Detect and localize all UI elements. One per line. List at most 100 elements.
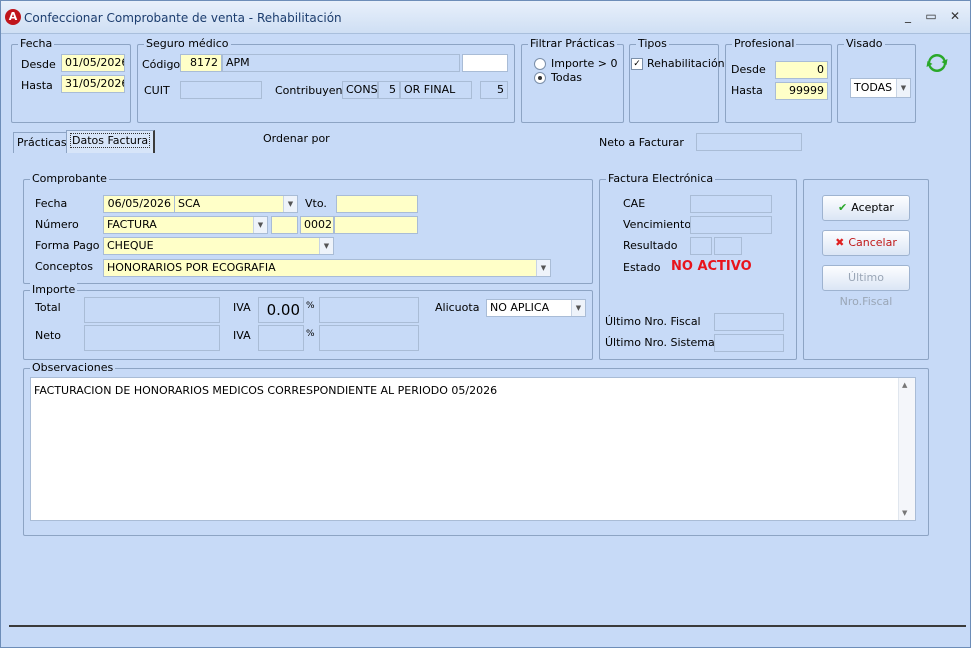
ultimo-nro-fiscal-button[interactable]: Último Nro.Fiscal bbox=[822, 265, 910, 308]
profesional-group-title: Profesional bbox=[732, 37, 797, 50]
tipos-group-title: Tipos bbox=[636, 37, 669, 50]
tab-datos-factura[interactable]: Datos Factura bbox=[66, 130, 156, 153]
maximize-button[interactable]: ▭ bbox=[921, 7, 941, 25]
alicuota-label: Alicuota bbox=[435, 301, 480, 314]
ultimo-nro-sistema-label: Último Nro. Sistema bbox=[605, 336, 715, 349]
neto-field bbox=[84, 325, 220, 351]
ultimo-nro-fiscal-label: Último Nro. Fiscal bbox=[605, 315, 701, 328]
cancelar-button[interactable]: ✖ Cancelar bbox=[822, 230, 910, 256]
close-button[interactable]: ✕ bbox=[945, 7, 965, 25]
total-label: Total bbox=[35, 301, 61, 314]
numero-rest-input[interactable] bbox=[334, 216, 418, 234]
profesional-hasta-input[interactable]: 99999 bbox=[775, 82, 828, 100]
numero-label: Número bbox=[35, 218, 79, 231]
contribuyente-field-a: CONSU bbox=[342, 81, 378, 99]
contribuyente-field-b: 5 bbox=[378, 81, 400, 99]
iva-percent-field: 0.00 bbox=[258, 297, 304, 323]
cancel-icon: ✖ bbox=[835, 236, 845, 249]
chevron-down-icon: ▼ bbox=[571, 300, 585, 316]
alicuota-value: NO APLICA bbox=[490, 301, 550, 314]
visado-group-title: Visado bbox=[844, 37, 885, 50]
comprobante-fecha-input[interactable]: 06/05/2026 bbox=[103, 195, 175, 213]
estado-value: NO ACTIVO bbox=[671, 259, 752, 274]
total-field bbox=[84, 297, 220, 323]
importe-radio[interactable] bbox=[534, 58, 546, 70]
ultimo-nro-sistema-field bbox=[714, 334, 784, 352]
aceptar-button[interactable]: ✔ Aceptar bbox=[822, 195, 910, 221]
iva2-percent-field bbox=[258, 325, 304, 351]
sca-select[interactable]: SCA ▼ bbox=[174, 195, 298, 213]
visado-group: Visado TODAS ▼ bbox=[837, 37, 916, 123]
seguro-group-title: Seguro médico bbox=[144, 37, 231, 50]
client-area: Fecha Desde 01/05/2026 Hasta 31/05/2026 … bbox=[1, 34, 970, 647]
chevron-down-icon: ▼ bbox=[319, 238, 333, 254]
iva2-amount-field bbox=[319, 325, 419, 351]
importe-radio-label: Importe > 0 bbox=[551, 57, 618, 70]
tipo-comprobante-select[interactable]: FACTURA ▼ bbox=[103, 216, 268, 234]
chevron-down-icon: ▼ bbox=[283, 196, 297, 212]
forma-pago-label: Forma Pago bbox=[35, 239, 100, 252]
iva-label: IVA bbox=[233, 301, 251, 314]
resultado-field-a bbox=[690, 237, 712, 255]
profesional-desde-label: Desde bbox=[731, 63, 766, 76]
conceptos-select[interactable]: HONORARIOS POR ECOGRAFIA ▼ bbox=[103, 259, 551, 277]
fecha-hasta-input[interactable]: 31/05/2026 bbox=[61, 75, 125, 93]
forma-pago-value: CHEQUE bbox=[107, 239, 154, 252]
fecha-group: Fecha Desde 01/05/2026 Hasta 31/05/2026 bbox=[11, 37, 131, 123]
factura-electronica-group: Factura Electrónica CAE Vencimiento Resu… bbox=[599, 172, 797, 360]
chevron-down-icon: ▼ bbox=[536, 260, 550, 276]
filtrar-practicas-group: Filtrar Prácticas Importe > 0 Todas bbox=[521, 37, 624, 123]
forma-pago-select[interactable]: CHEQUE ▼ bbox=[103, 237, 334, 255]
sca-select-value: SCA bbox=[178, 197, 201, 210]
scroll-down-icon[interactable]: ▼ bbox=[902, 509, 907, 517]
todas-radio-label: Todas bbox=[551, 71, 583, 84]
cae-label: CAE bbox=[623, 197, 646, 210]
tab-practicas[interactable]: Prácticas bbox=[13, 132, 70, 153]
neto-a-facturar-label: Neto a Facturar bbox=[599, 136, 684, 149]
resultado-field-b bbox=[714, 237, 742, 255]
alicuota-select[interactable]: NO APLICA ▼ bbox=[486, 299, 586, 317]
rehabilitacion-checkbox[interactable]: ✓ bbox=[631, 58, 643, 70]
profesional-group: Profesional Desde 0 Hasta 99999 bbox=[725, 37, 832, 123]
title-bar: A Confeccionar Comprobante de venta - Re… bbox=[1, 1, 970, 34]
comprobante-fecha-label: Fecha bbox=[35, 197, 68, 210]
scroll-up-icon[interactable]: ▲ bbox=[902, 381, 907, 389]
profesional-desde-input[interactable]: 0 bbox=[775, 61, 828, 79]
minimize-button[interactable]: _ bbox=[898, 7, 918, 25]
contribuyente-field-c: OR FINAL bbox=[400, 81, 472, 99]
seguro-medico-group: Seguro médico Código 8172 APM CUIT Contr… bbox=[137, 37, 515, 123]
tab-datos-factura-label: Datos Factura bbox=[70, 133, 151, 148]
fecha-desde-input[interactable]: 01/05/2026 bbox=[61, 54, 125, 72]
fecha-desde-label: Desde bbox=[21, 58, 56, 71]
vencimiento-label: Vencimiento bbox=[623, 218, 692, 231]
refresh-icon[interactable] bbox=[925, 51, 949, 75]
cae-field bbox=[690, 195, 772, 213]
tipo-comprobante-value: FACTURA bbox=[107, 218, 157, 231]
iva2-label: IVA bbox=[233, 329, 251, 342]
importe-group: Importe Total IVA 0.00 % Alicuota NO APL… bbox=[23, 283, 593, 360]
numero-input[interactable]: 0002 bbox=[300, 216, 334, 234]
contribuyente-field-d: 5 bbox=[480, 81, 508, 99]
punto-venta-input[interactable] bbox=[271, 216, 298, 234]
neto-a-facturar-field bbox=[696, 133, 802, 151]
observaciones-text: FACTURACION DE HONORARIOS MEDICOS CORRES… bbox=[34, 384, 498, 397]
visado-select[interactable]: TODAS ▼ bbox=[850, 78, 911, 98]
resultado-label: Resultado bbox=[623, 239, 678, 252]
comprobante-group-title: Comprobante bbox=[30, 172, 109, 185]
neto-label: Neto bbox=[35, 329, 62, 342]
todas-radio[interactable] bbox=[534, 72, 546, 84]
seguro-extra-input[interactable] bbox=[462, 54, 508, 72]
main-window: A Confeccionar Comprobante de venta - Re… bbox=[0, 0, 971, 648]
rehabilitacion-label: Rehabilitación bbox=[647, 57, 725, 70]
iva-amount-field bbox=[319, 297, 419, 323]
observaciones-group: Observaciones FACTURACION DE HONORARIOS … bbox=[23, 361, 929, 536]
factura-electronica-group-title: Factura Electrónica bbox=[606, 172, 716, 185]
vencimiento-field bbox=[690, 216, 772, 234]
codigo-input[interactable]: 8172 bbox=[180, 54, 222, 72]
codigo-label: Código bbox=[142, 58, 181, 71]
conceptos-label: Conceptos bbox=[35, 260, 93, 273]
observaciones-textarea[interactable]: FACTURACION DE HONORARIOS MEDICOS CORRES… bbox=[30, 377, 916, 521]
observaciones-scrollbar[interactable]: ▲ ▼ bbox=[898, 378, 915, 520]
vto-input[interactable] bbox=[336, 195, 418, 213]
cuit-field bbox=[180, 81, 262, 99]
